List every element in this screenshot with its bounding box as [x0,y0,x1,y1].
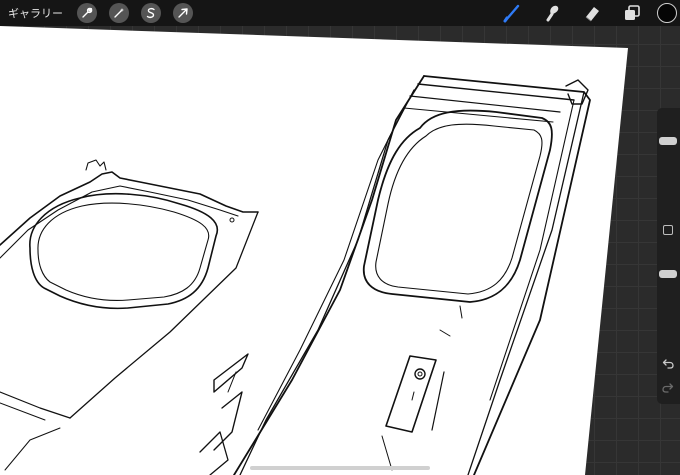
color-picker-button[interactable] [657,3,677,23]
adjustments-button[interactable] [109,3,129,23]
gallery-button[interactable]: ギャラリー [8,5,63,21]
right-toolset [483,0,680,26]
layers-icon [625,5,640,20]
selection-button[interactable] [141,3,161,23]
opacity-knob[interactable] [659,270,677,278]
undo-button[interactable] [660,356,676,372]
magic-wand-icon [114,8,124,18]
modify-button[interactable] [663,225,673,235]
transform-button[interactable] [173,3,193,23]
redo-button[interactable] [660,380,676,396]
wrench-icon [82,7,93,18]
drawing-canvas[interactable] [0,0,680,475]
brush-tool-button[interactable] [501,2,523,24]
top-toolbar: ギャラリー [0,0,680,26]
actions-button[interactable] [77,3,97,23]
smudge-tool-button[interactable] [541,2,563,24]
paper-sheet [0,26,628,475]
home-indicator [250,466,430,470]
eraser-icon [585,7,599,22]
eraser-tool-button[interactable] [581,2,603,24]
undo-arrow-icon [662,359,674,369]
opacity-slider[interactable] [657,244,680,340]
brush-size-knob[interactable] [659,137,677,145]
brush-size-slider[interactable] [657,112,680,208]
brush-icon [503,4,520,23]
arrow-cursor-icon [178,8,188,18]
layers-button[interactable] [621,2,643,24]
brush-sidebar [657,108,680,404]
redo-arrow-icon [662,383,674,393]
smudge-icon [546,5,559,22]
selection-s-icon [146,7,155,19]
